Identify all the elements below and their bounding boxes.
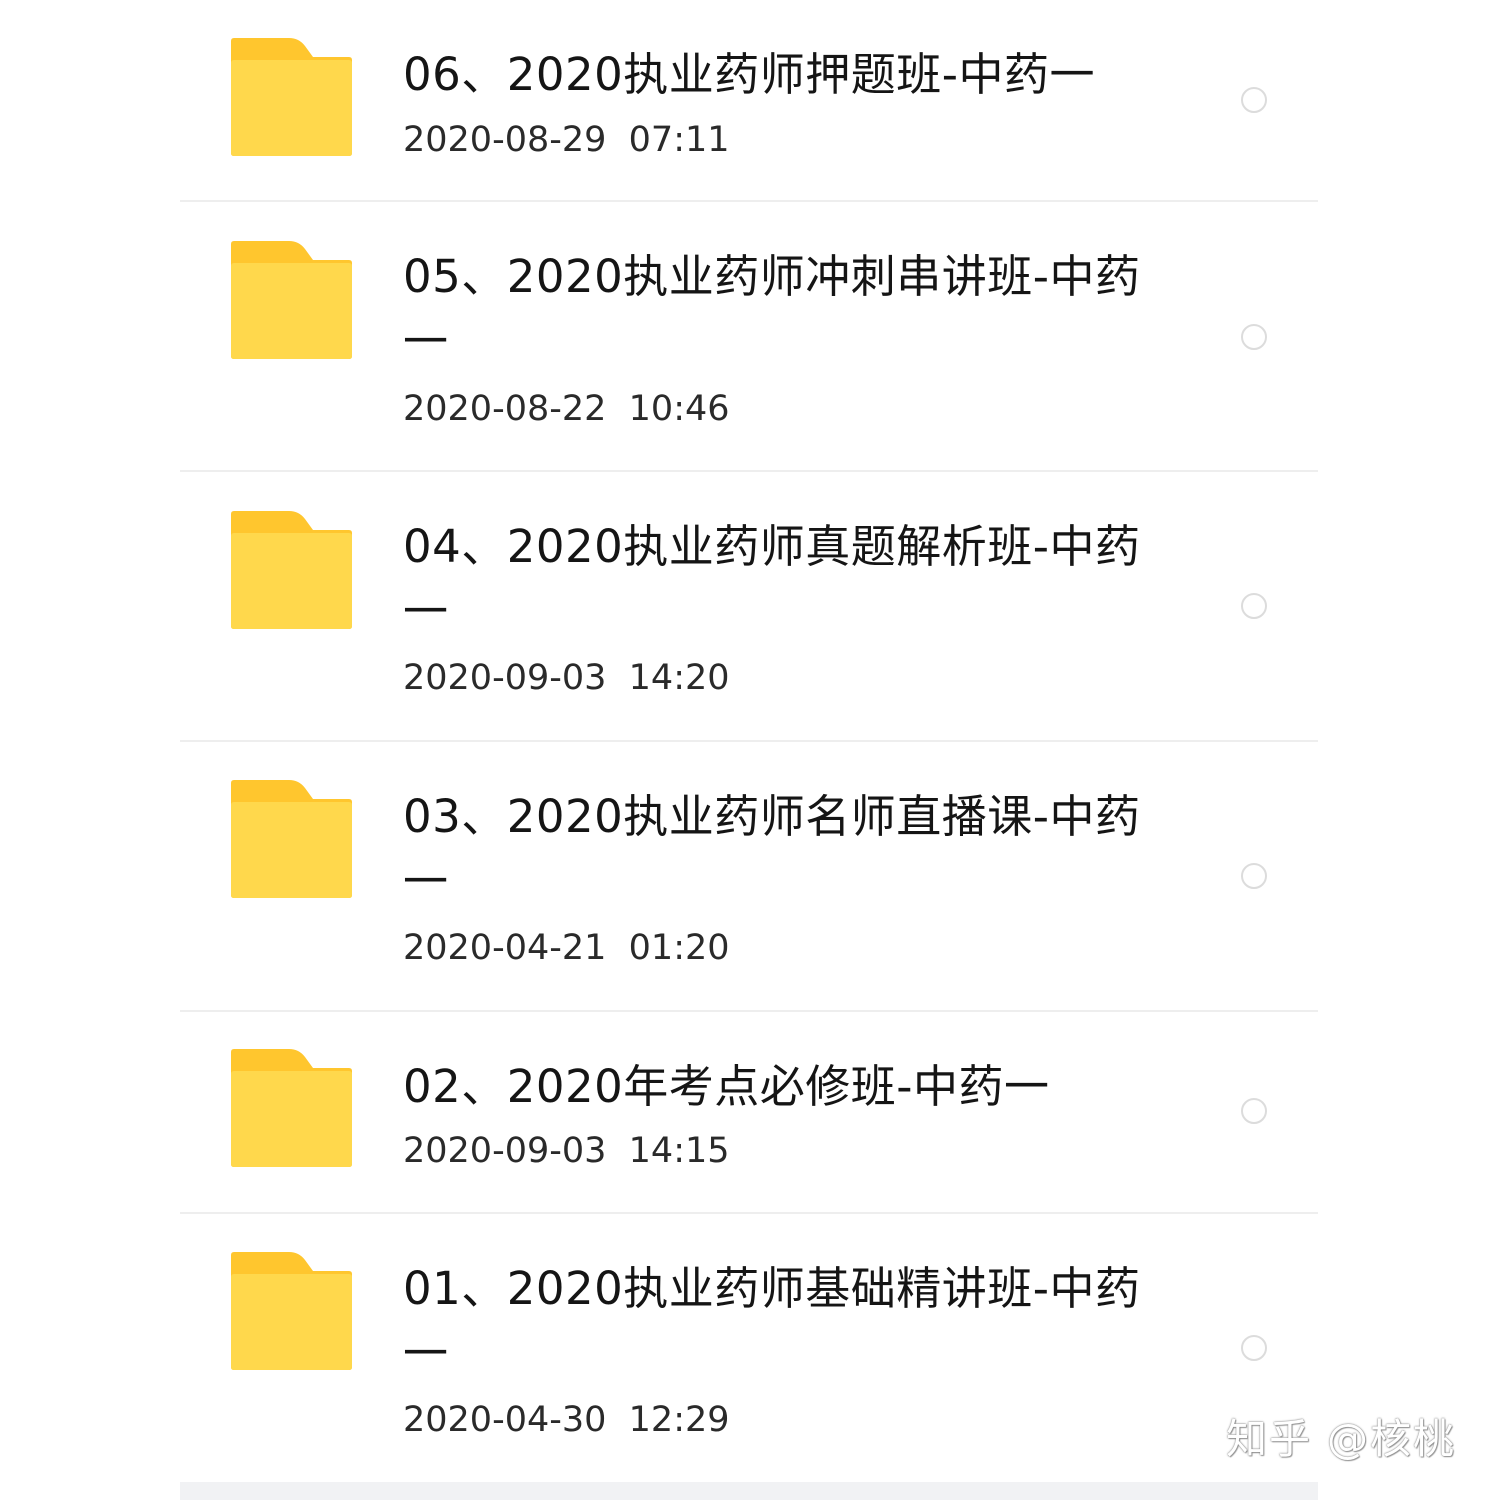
list-item[interactable]: 01、2020执业药师基础精讲班-中药一 2020-04-30 12:29 <box>180 1214 1318 1482</box>
file-name: 06、2020执业药师押题班-中药一 <box>403 48 1096 101</box>
watermark: 知乎 @核桃 <box>1226 1415 1457 1463</box>
list-item[interactable]: 03、2020执业药师名师直播课-中药一 2020-04-21 01:20 <box>180 742 1318 1012</box>
folder-icon <box>231 38 352 156</box>
select-radio-icon[interactable] <box>1241 324 1267 350</box>
list-item[interactable]: 06、2020执业药师押题班-中药一 2020-08-29 07:11 <box>180 0 1318 202</box>
bottom-bar <box>180 1482 1318 1500</box>
list-item[interactable]: 05、2020执业药师冲刺串讲班-中药一 2020-08-22 10:46 <box>180 202 1318 472</box>
file-name: 04、2020执业药师真题解析班-中药一 <box>403 520 1141 638</box>
select-radio-icon[interactable] <box>1241 1335 1267 1361</box>
file-manager-screen: 06、2020执业药师押题班-中药一 2020-08-29 07:11 05、2… <box>0 0 1500 1500</box>
select-radio-icon[interactable] <box>1241 1098 1267 1124</box>
file-name: 03、2020执业药师名师直播课-中药一 <box>403 790 1141 908</box>
file-date: 2020-04-21 01:20 <box>403 928 730 968</box>
list-item[interactable]: 02、2020年考点必修班-中药一 2020-09-03 14:15 <box>180 1012 1318 1214</box>
folder-icon <box>231 1252 352 1370</box>
folder-icon <box>231 241 352 359</box>
select-radio-icon[interactable] <box>1241 593 1267 619</box>
file-date: 2020-09-03 14:15 <box>403 1131 730 1171</box>
file-name: 02、2020年考点必修班-中药一 <box>403 1060 1050 1113</box>
list-item[interactable]: 04、2020执业药师真题解析班-中药一 2020-09-03 14:20 <box>180 472 1318 742</box>
folder-icon <box>231 511 352 629</box>
select-radio-icon[interactable] <box>1241 87 1267 113</box>
file-date: 2020-08-29 07:11 <box>403 120 730 160</box>
folder-icon <box>231 780 352 898</box>
file-name: 01、2020执业药师基础精讲班-中药一 <box>403 1262 1141 1380</box>
file-name: 05、2020执业药师冲刺串讲班-中药一 <box>403 250 1141 368</box>
folder-icon <box>231 1049 352 1167</box>
select-radio-icon[interactable] <box>1241 863 1267 889</box>
file-date: 2020-08-22 10:46 <box>403 389 730 429</box>
file-date: 2020-04-30 12:29 <box>403 1400 730 1440</box>
file-date: 2020-09-03 14:20 <box>403 658 730 698</box>
